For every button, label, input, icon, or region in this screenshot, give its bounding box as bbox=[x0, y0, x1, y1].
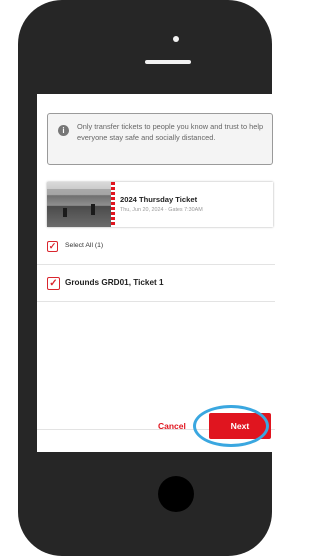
player-figure bbox=[63, 208, 67, 217]
app-screen: i Only transfer tickets to people you kn… bbox=[37, 94, 275, 452]
camera-dot bbox=[173, 36, 179, 42]
home-button[interactable] bbox=[158, 476, 194, 512]
notice-text: Only transfer tickets to people you know… bbox=[77, 122, 264, 142]
divider bbox=[37, 264, 275, 265]
player-figure bbox=[91, 204, 95, 215]
speaker-slot bbox=[145, 60, 191, 64]
ticket-select-label: Grounds GRD01, Ticket 1 bbox=[65, 278, 164, 287]
cancel-button[interactable]: Cancel bbox=[158, 421, 186, 431]
highlight-ring bbox=[193, 405, 269, 447]
select-all-label: Select All (1) bbox=[65, 242, 104, 249]
stadium-crowd bbox=[47, 189, 111, 195]
ticket-subtitle: Thu, Jun 20, 2024 · Gates 7:30AM bbox=[120, 207, 203, 213]
ticket-checkbox[interactable]: ✓ bbox=[47, 277, 60, 290]
divider bbox=[37, 301, 275, 302]
ticket-card[interactable]: 2024 Thursday Ticket Thu, Jun 20, 2024 ·… bbox=[47, 182, 273, 227]
info-icon: i bbox=[58, 125, 69, 136]
select-all-checkbox[interactable]: ✓ bbox=[47, 241, 58, 252]
ticket-title: 2024 Thursday Ticket bbox=[120, 195, 198, 204]
stadium-image bbox=[47, 182, 111, 227]
checkmark-icon: ✓ bbox=[48, 241, 57, 251]
ticket-stripe bbox=[111, 182, 115, 227]
checkmark-icon: ✓ bbox=[49, 278, 58, 289]
stage: i Only transfer tickets to people you kn… bbox=[0, 0, 275, 559]
transfer-notice: i Only transfer tickets to people you kn… bbox=[47, 113, 273, 165]
